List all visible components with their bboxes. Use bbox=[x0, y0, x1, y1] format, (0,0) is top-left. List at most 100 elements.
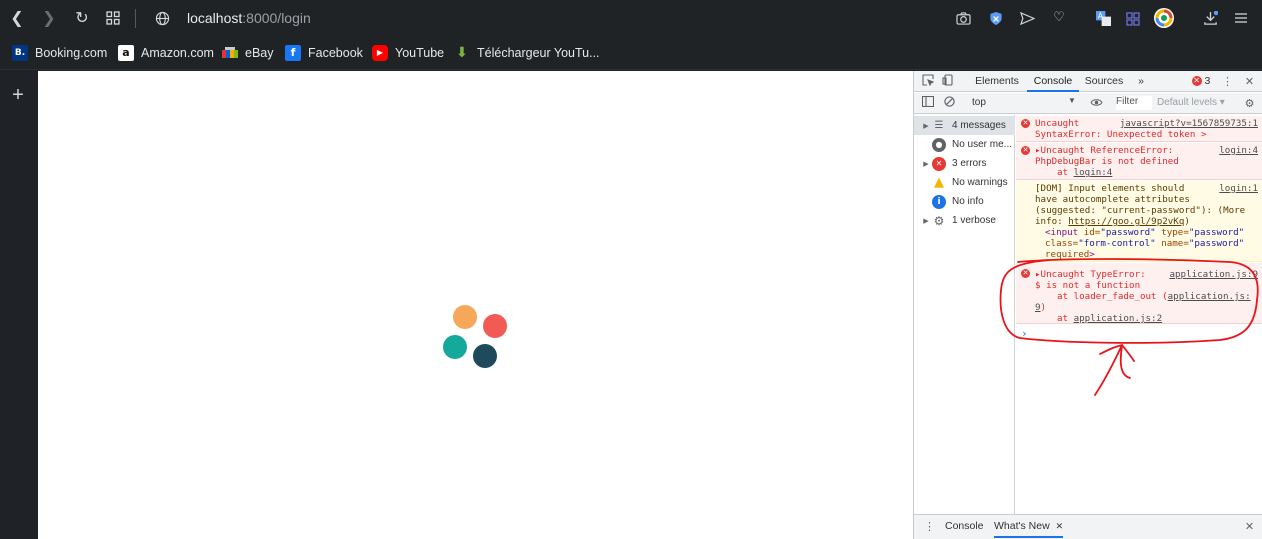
loader-dot-orange bbox=[453, 305, 477, 329]
shield-icon[interactable] bbox=[985, 7, 1007, 29]
page-viewport bbox=[38, 71, 913, 539]
download-arrow-icon: ⬇ bbox=[456, 45, 468, 61]
color-wheel-icon[interactable] bbox=[1153, 7, 1175, 29]
expand-triangle-icon: ▶ bbox=[923, 160, 929, 168]
facebook-icon: f bbox=[285, 45, 301, 61]
html-snippet[interactable]: <input id="password" type="password" bbox=[1035, 227, 1258, 238]
menu-icon[interactable] bbox=[1230, 7, 1252, 29]
tab-sources[interactable]: Sources bbox=[1082, 71, 1126, 92]
drawer-tab-console[interactable]: Console bbox=[945, 515, 984, 538]
sidebar-item-warnings[interactable]: ▲ No warnings bbox=[914, 173, 1015, 192]
message-text: info: bbox=[1035, 216, 1069, 227]
url-host: localhost bbox=[187, 10, 243, 26]
sidebar-item-info[interactable]: i No info bbox=[914, 192, 1015, 211]
address-bar[interactable]: localhost:8000/login bbox=[187, 10, 311, 26]
warning-icon: ▲ bbox=[934, 174, 944, 190]
info-icon: i bbox=[932, 194, 946, 209]
log-levels-dropdown[interactable]: Default levels ▾ bbox=[1157, 97, 1225, 108]
message-text: PhpDebugBar is not defined bbox=[1035, 156, 1179, 167]
translate-icon[interactable]: A bbox=[1092, 7, 1114, 29]
more-tabs-button[interactable]: » bbox=[1134, 71, 1148, 92]
drawer-menu-icon[interactable]: ⋮ bbox=[922, 519, 937, 534]
sidebar-item-label: 1 verbose bbox=[952, 215, 996, 226]
source-link[interactable]: javascript?v=1567859735:1 bbox=[1120, 118, 1258, 129]
bookmark-amazon[interactable]: a Amazon.com bbox=[118, 44, 214, 62]
close-drawer-icon[interactable]: ✕ bbox=[1242, 519, 1257, 534]
error-icon: ✕ bbox=[1191, 76, 1202, 87]
devtools-drawer: ⋮ Console What's New ✕ ✕ bbox=[914, 514, 1262, 539]
close-tab-icon[interactable]: ✕ bbox=[1056, 521, 1064, 531]
console-error-message[interactable]: ✕ application.js:9 ▸Uncaught TypeError: … bbox=[1016, 263, 1262, 324]
tab-elements[interactable]: Elements bbox=[972, 71, 1022, 92]
stack-frame-link[interactable]: application.js: bbox=[1168, 291, 1251, 302]
message-text: ) bbox=[1184, 216, 1190, 227]
bookmark-facebook[interactable]: f Facebook bbox=[285, 44, 363, 62]
console-messages: ✕ javascript?v=1567859735:1 Uncaught Syn… bbox=[1016, 115, 1262, 514]
drawer-tab-label: What's New bbox=[994, 520, 1050, 532]
drawer-tab-whats-new[interactable]: What's New ✕ bbox=[994, 515, 1064, 538]
stack-frame-prefix: at loader_fade_out ( bbox=[1057, 291, 1168, 302]
devtools-tabbar: Elements Console Sources » ✕ 3 ⋮ ✕ bbox=[914, 71, 1262, 92]
bookmark-youtube[interactable]: ▶ YouTube bbox=[372, 44, 444, 62]
heart-icon[interactable]: ♡ bbox=[1048, 7, 1070, 29]
settings-gear-icon[interactable]: ⚙ bbox=[1242, 96, 1257, 111]
loader-dot-red bbox=[483, 314, 507, 338]
clear-console-icon[interactable] bbox=[942, 96, 957, 111]
forward-icon[interactable]: ❯ bbox=[37, 6, 61, 30]
sidebar-item-messages[interactable]: ▶ ☰ 4 messages bbox=[914, 116, 1015, 135]
sidebar-item-verbose[interactable]: ▶ ⚙ 1 verbose bbox=[914, 211, 1015, 230]
device-toolbar-icon[interactable] bbox=[940, 74, 955, 89]
bookmark-ebay[interactable]: eBay bbox=[222, 44, 274, 62]
apps-grid-icon[interactable] bbox=[101, 6, 125, 30]
kebab-menu-icon[interactable]: ⋮ bbox=[1220, 74, 1235, 89]
sidebar-toggle-icon[interactable] bbox=[920, 95, 935, 111]
url-path: :8000/login bbox=[242, 10, 311, 26]
sidebar-item-label: 4 messages bbox=[952, 120, 1006, 131]
send-icon[interactable] bbox=[1016, 7, 1038, 29]
close-devtools-icon[interactable]: ✕ bbox=[1242, 74, 1257, 89]
add-panel-icon[interactable]: + bbox=[7, 84, 29, 106]
bookmark-telechargeur[interactable]: ⬇ Téléchargeur YouTu... bbox=[454, 44, 599, 62]
console-filterbar: top ▼ Filter Default levels ▾ ⚙ bbox=[914, 93, 1262, 114]
back-icon[interactable]: ❮ bbox=[5, 6, 29, 30]
console-error-message[interactable]: ✕ login:4 ▸Uncaught ReferenceError: PhpD… bbox=[1016, 143, 1262, 180]
inspect-element-icon[interactable] bbox=[920, 74, 935, 89]
error-count: 3 bbox=[1204, 75, 1211, 87]
amazon-icon: a bbox=[118, 45, 134, 61]
extension-icon[interactable] bbox=[1122, 7, 1144, 29]
youtube-icon: ▶ bbox=[372, 45, 388, 61]
context-dropdown-icon[interactable]: ▼ bbox=[1068, 96, 1076, 105]
tab-console[interactable]: Console bbox=[1027, 71, 1079, 92]
globe-icon bbox=[150, 6, 174, 30]
sidebar-item-user-messages[interactable]: ● No user me... bbox=[914, 135, 1015, 154]
bookmark-booking[interactable]: B. Booking.com bbox=[12, 44, 107, 62]
eye-icon[interactable] bbox=[1089, 96, 1104, 111]
stack-frame-link[interactable]: login:4 bbox=[1074, 167, 1113, 178]
sidebar-item-label: 3 errors bbox=[952, 158, 987, 169]
side-rail: + bbox=[0, 71, 38, 539]
ebay-icon bbox=[222, 45, 238, 61]
console-filter-input[interactable]: Filter bbox=[1116, 96, 1152, 110]
camera-icon[interactable] bbox=[952, 7, 974, 29]
error-counter[interactable]: ✕ 3 bbox=[1188, 71, 1214, 92]
stack-frame-link[interactable]: application.js:2 bbox=[1074, 313, 1163, 324]
reload-icon[interactable]: ↻ bbox=[70, 6, 94, 30]
html-snippet: class="form-control" name="password" bbox=[1045, 238, 1245, 249]
list-icon: ☰ bbox=[934, 119, 944, 131]
user-icon: ● bbox=[932, 137, 946, 152]
source-link[interactable]: login:4 bbox=[1219, 145, 1258, 156]
info-link[interactable]: https://goo.gl/9p2vKq bbox=[1068, 216, 1184, 227]
source-link[interactable]: application.js:9 bbox=[1169, 269, 1258, 280]
error-icon: ✕ bbox=[1021, 119, 1030, 128]
stack-frame-prefix: at bbox=[1057, 167, 1074, 178]
message-text: SyntaxError: Unexpected token > bbox=[1035, 129, 1207, 140]
context-selector[interactable]: top bbox=[972, 97, 986, 108]
message-text: $ is not a function bbox=[1035, 280, 1141, 291]
bookmark-label: Booking.com bbox=[35, 46, 108, 60]
source-link[interactable]: login:1 bbox=[1219, 183, 1258, 194]
download-icon[interactable] bbox=[1199, 7, 1221, 29]
gear-icon: ⚙ bbox=[933, 213, 945, 228]
console-prompt-icon[interactable]: › bbox=[1021, 328, 1028, 339]
sidebar-item-errors[interactable]: ▶ ✕ 3 errors bbox=[914, 154, 1015, 173]
message-text: (suggested: "current-password"): (More bbox=[1035, 205, 1246, 216]
